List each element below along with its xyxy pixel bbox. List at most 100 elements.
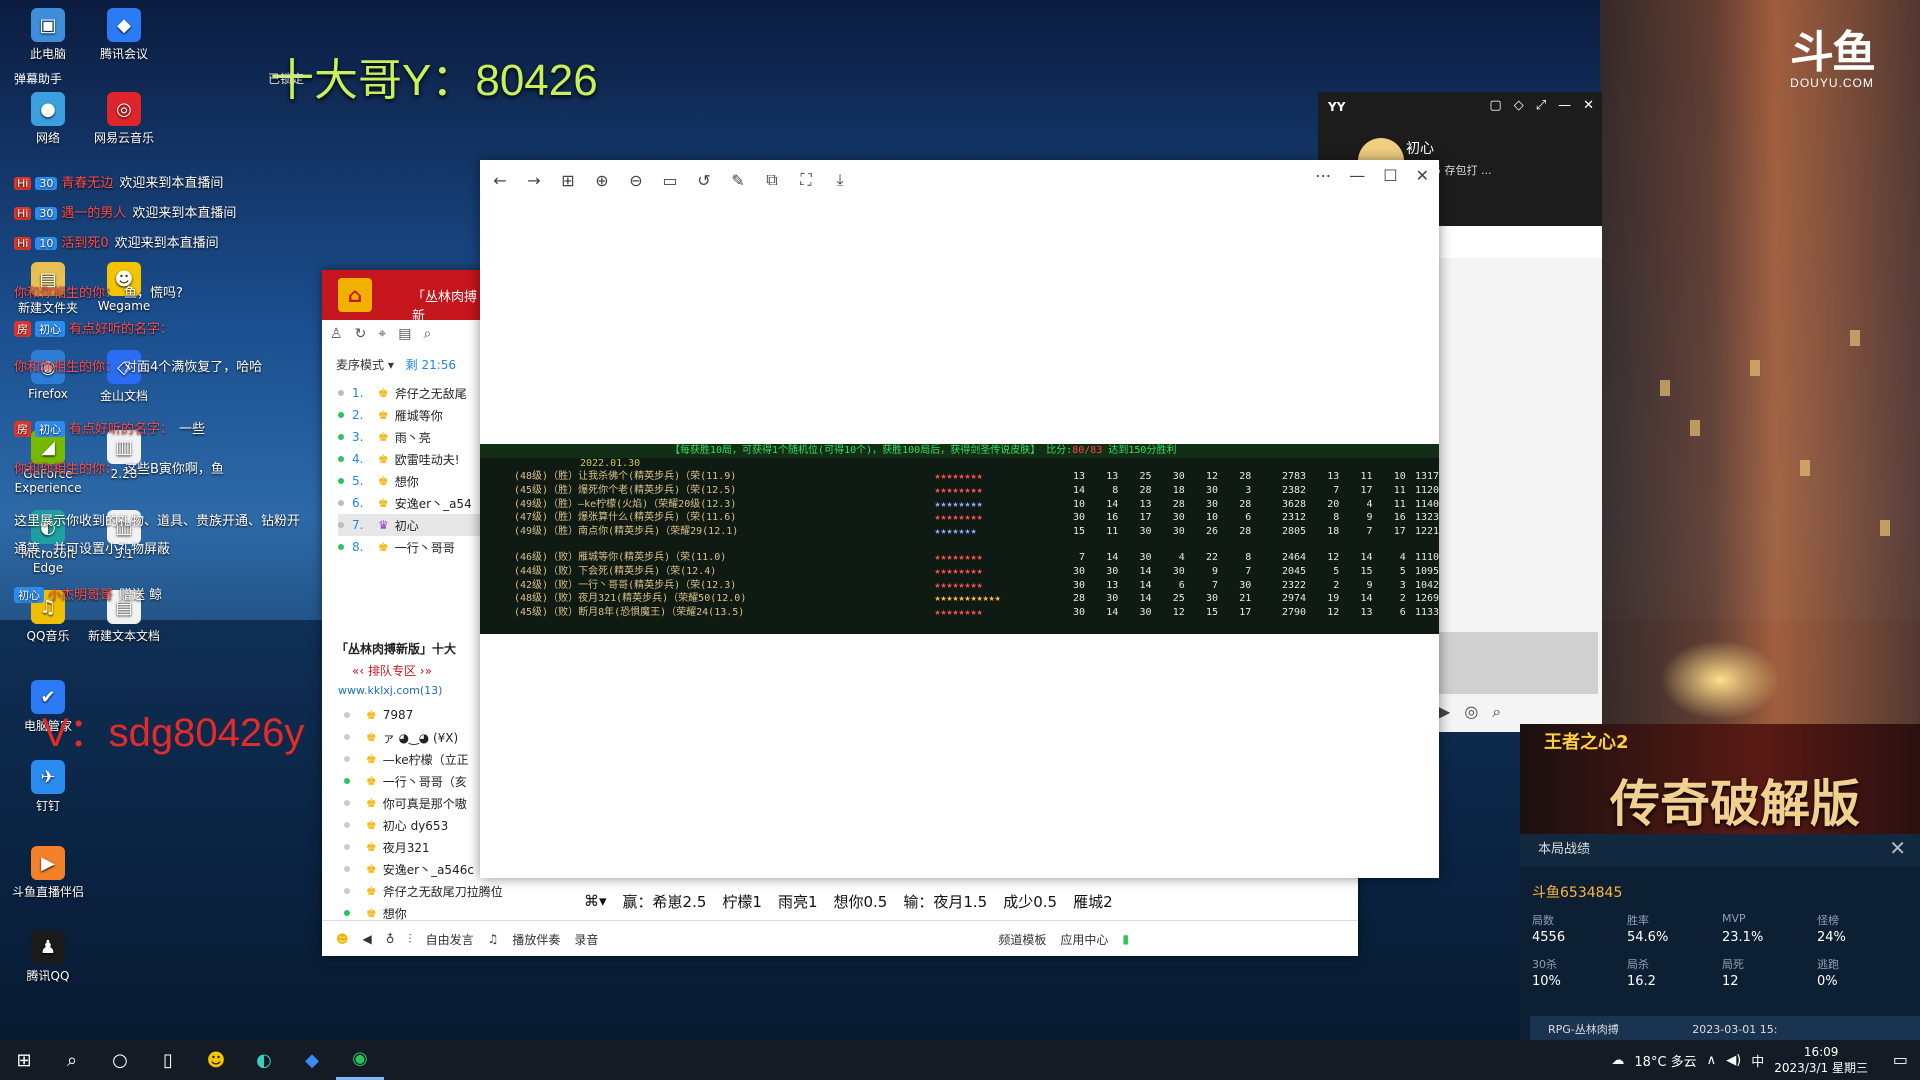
speaker-icon[interactable]: ◀ <box>363 932 372 946</box>
back-icon[interactable]: ← <box>486 166 514 194</box>
app-taskbar-icon[interactable]: ◆ <box>288 1040 336 1080</box>
search-icon[interactable]: ⌕ <box>423 326 431 342</box>
mixer-icon[interactable]: ⫶ <box>409 932 412 947</box>
subchannel-link[interactable]: www.kklxj.com(13) <box>338 684 442 697</box>
wechat-taskbar-icon[interactable]: ◉ <box>336 1040 384 1080</box>
play-accompaniment-button[interactable]: 播放伴奏 <box>512 931 560 948</box>
edit-icon[interactable]: ✎ <box>724 166 752 194</box>
player-stat: 30 <box>1073 579 1086 591</box>
mic-queue-item[interactable]: 6. ♚ 安逸er丶_a54 <box>338 492 498 514</box>
copy-icon[interactable]: ⧉ <box>758 166 786 194</box>
desktop-icon[interactable]: ◆ 腾讯会议 <box>84 8 164 62</box>
danmu-user: 你和你相生的你： <box>14 360 119 375</box>
player-stars: ★★★★★★★★ <box>934 607 983 619</box>
channel-user-name: 想你 <box>382 906 407 921</box>
photo-viewer-window[interactable]: ← → ⊞ ⊕ ⊖ ▭ ↺ ✎ ⧉ ⛶ ⤓ ⋯ — ☐ ✕ 【每获胜10局，可获… <box>480 160 1439 878</box>
stats-value-row: 10% 16.2 12 0% <box>1532 974 1912 1000</box>
mic-icon[interactable]: ♁ <box>386 932 395 946</box>
crown-icon: ♚ <box>366 796 377 810</box>
player-stat: 2 <box>1399 593 1406 605</box>
start-button[interactable]: ⊞ <box>0 1040 48 1080</box>
free-speech-button[interactable]: 自由发言 <box>426 931 474 948</box>
player-stat: 1095 <box>1414 565 1439 577</box>
actual-size-icon[interactable]: ▭ <box>656 166 684 194</box>
mic-queue-item[interactable]: 1. ♚ 斧仔之无敌尾 <box>338 382 498 404</box>
weather-text[interactable]: 18°C 多云 <box>1634 1051 1696 1070</box>
mic-queue-name: 雨丶亮 <box>394 430 431 445</box>
cortana-icon[interactable]: ○ <box>96 1040 144 1080</box>
notes-icon[interactable]: ▤ <box>398 326 411 342</box>
game-ad-banner[interactable]: 王者之心2 传奇破解版 <box>1520 724 1920 834</box>
desktop-icon[interactable]: ♟ 腾讯QQ <box>8 930 88 984</box>
yy-mini-bottom-tools: ▶ ◎ ⌕ <box>1438 702 1501 722</box>
task-view-icon[interactable]: ▯ <box>144 1040 192 1080</box>
video-icon[interactable]: ▶ <box>1438 702 1450 722</box>
home-icon[interactable]: ⌂ <box>338 278 372 312</box>
score-text-item: 雁城2 <box>1073 892 1113 911</box>
player-stat: 2382 <box>1281 484 1307 496</box>
desktop-icon[interactable]: ● 网络 <box>8 92 88 146</box>
stats-label: 怪榜 <box>1817 914 1839 927</box>
app-center-button[interactable]: 应用中心 <box>1060 931 1108 948</box>
zoom-out-icon[interactable]: ⊖ <box>622 166 650 194</box>
mic-queue-item[interactable]: 7. ♛ 初心 <box>338 514 498 536</box>
location-icon[interactable]: ⌖ <box>378 326 386 342</box>
tray-chevron-icon[interactable]: ∧ <box>1707 1053 1717 1068</box>
scoreboard-row: (49级)（胜）南点你(精英步兵)（荣耀29(12.1) ★★★★★★★ 15 11 3… <box>480 525 1439 539</box>
minimize-icon[interactable]: — <box>1558 98 1571 113</box>
search-icon[interactable]: ⌕ <box>48 1040 96 1080</box>
chat-input-score-text[interactable]: ⌘▾ 赢：希崽2.5 柠檬1 雨亮1 想你0.5 输：夜月1.5 成少0.5 雁城2 <box>584 884 1144 918</box>
refresh-icon[interactable]: ↻ <box>355 326 367 342</box>
rotate-icon[interactable]: ↺ <box>690 166 718 194</box>
wegame-taskbar-icon[interactable]: ☻ <box>192 1040 240 1080</box>
minimize-icon[interactable]: — <box>1349 166 1365 185</box>
music-icon[interactable]: ♫ <box>488 932 499 946</box>
pin-icon[interactable]: ▢ <box>1489 98 1501 113</box>
emoji-icon[interactable]: ☻ <box>336 932 349 946</box>
notification-icon[interactable]: ▭ <box>1893 1050 1908 1069</box>
close-icon[interactable]: ✕ <box>1583 98 1594 113</box>
user-icon[interactable]: ♙ <box>330 326 343 342</box>
desktop-icon[interactable]: ◎ 网易云音乐 <box>84 92 164 146</box>
channel-template-button[interactable]: 频道模板 <box>998 931 1046 948</box>
desktop-icon[interactable]: ▣ 此电脑 <box>8 8 88 62</box>
player-stat: 11 <box>1106 526 1119 538</box>
search-icon[interactable]: ⌕ <box>1492 702 1501 722</box>
ime-indicator[interactable]: 中 <box>1751 1051 1764 1070</box>
desktop-icon[interactable]: ▶ 斗鱼直播伴侣 <box>8 846 88 900</box>
mic-queue-item[interactable]: 3. ♚ 雨丶亮 <box>338 426 498 448</box>
crown-icon: ♚ <box>366 818 377 832</box>
mic-queue-item[interactable]: 4. ♚ 欧雷哇动夫! <box>338 448 498 470</box>
channel-section-title[interactable]: 「丛林肉搏新版」十大 <box>336 640 456 657</box>
fullscreen-icon[interactable]: ⛶ <box>792 166 820 194</box>
record-button[interactable]: 录音 <box>574 931 598 948</box>
player-stat: 25 <box>1172 593 1185 605</box>
skin-icon[interactable]: ◇ <box>1514 98 1524 113</box>
player-stars: ★★★★★★★★ <box>934 565 983 577</box>
mic-mode-selector[interactable]: 麦序模式 ▾ 剩 21:56 <box>336 356 456 373</box>
zoom-in-icon[interactable]: ⊕ <box>588 166 616 194</box>
speaker-icon[interactable]: ◀) <box>1726 1053 1741 1068</box>
mic-queue-item[interactable]: 5. ♚ 想你 <box>338 470 498 492</box>
close-icon[interactable]: ✕ <box>1416 166 1429 185</box>
more-icon[interactable]: ⋯ <box>1315 166 1331 185</box>
queue-zone-link[interactable]: «‹ 排队专区 ›» <box>352 662 432 679</box>
mic-queue-item[interactable]: 8. ♚ 一行丶哥哥 <box>338 536 498 558</box>
danmu-message: 这里展示你收到的礼物、道具、贵族开通、钻粉开 <box>14 510 300 529</box>
settings-icon[interactable]: ◎ <box>1464 702 1478 722</box>
grid-icon[interactable]: ⊞ <box>554 166 582 194</box>
expand-icon[interactable]: ⤢ <box>1536 98 1546 113</box>
player-stat: 15 <box>1360 565 1373 577</box>
desktop-icon[interactable]: ✈ 钉钉 <box>8 760 88 814</box>
crown-icon: ♚ <box>366 884 377 898</box>
clock[interactable]: 16:09 2023/3/1 星期三 <box>1774 1044 1868 1076</box>
channel-user[interactable]: ♚ 斧仔之无敌尾刀拉腾位 <box>344 880 504 902</box>
weather-icon[interactable]: ☁ <box>1611 1053 1624 1068</box>
maximize-icon[interactable]: ☐ <box>1383 166 1397 185</box>
edge-taskbar-icon[interactable]: ◐ <box>240 1040 288 1080</box>
mic-queue-item[interactable]: 2. ♚ 雁城等你 <box>338 404 498 426</box>
gamepad-icon[interactable]: ⌘▾ <box>584 892 607 910</box>
close-icon[interactable]: ✕ <box>1889 836 1906 860</box>
download-icon[interactable]: ⤓ <box>826 166 854 194</box>
forward-icon[interactable]: → <box>520 166 548 194</box>
